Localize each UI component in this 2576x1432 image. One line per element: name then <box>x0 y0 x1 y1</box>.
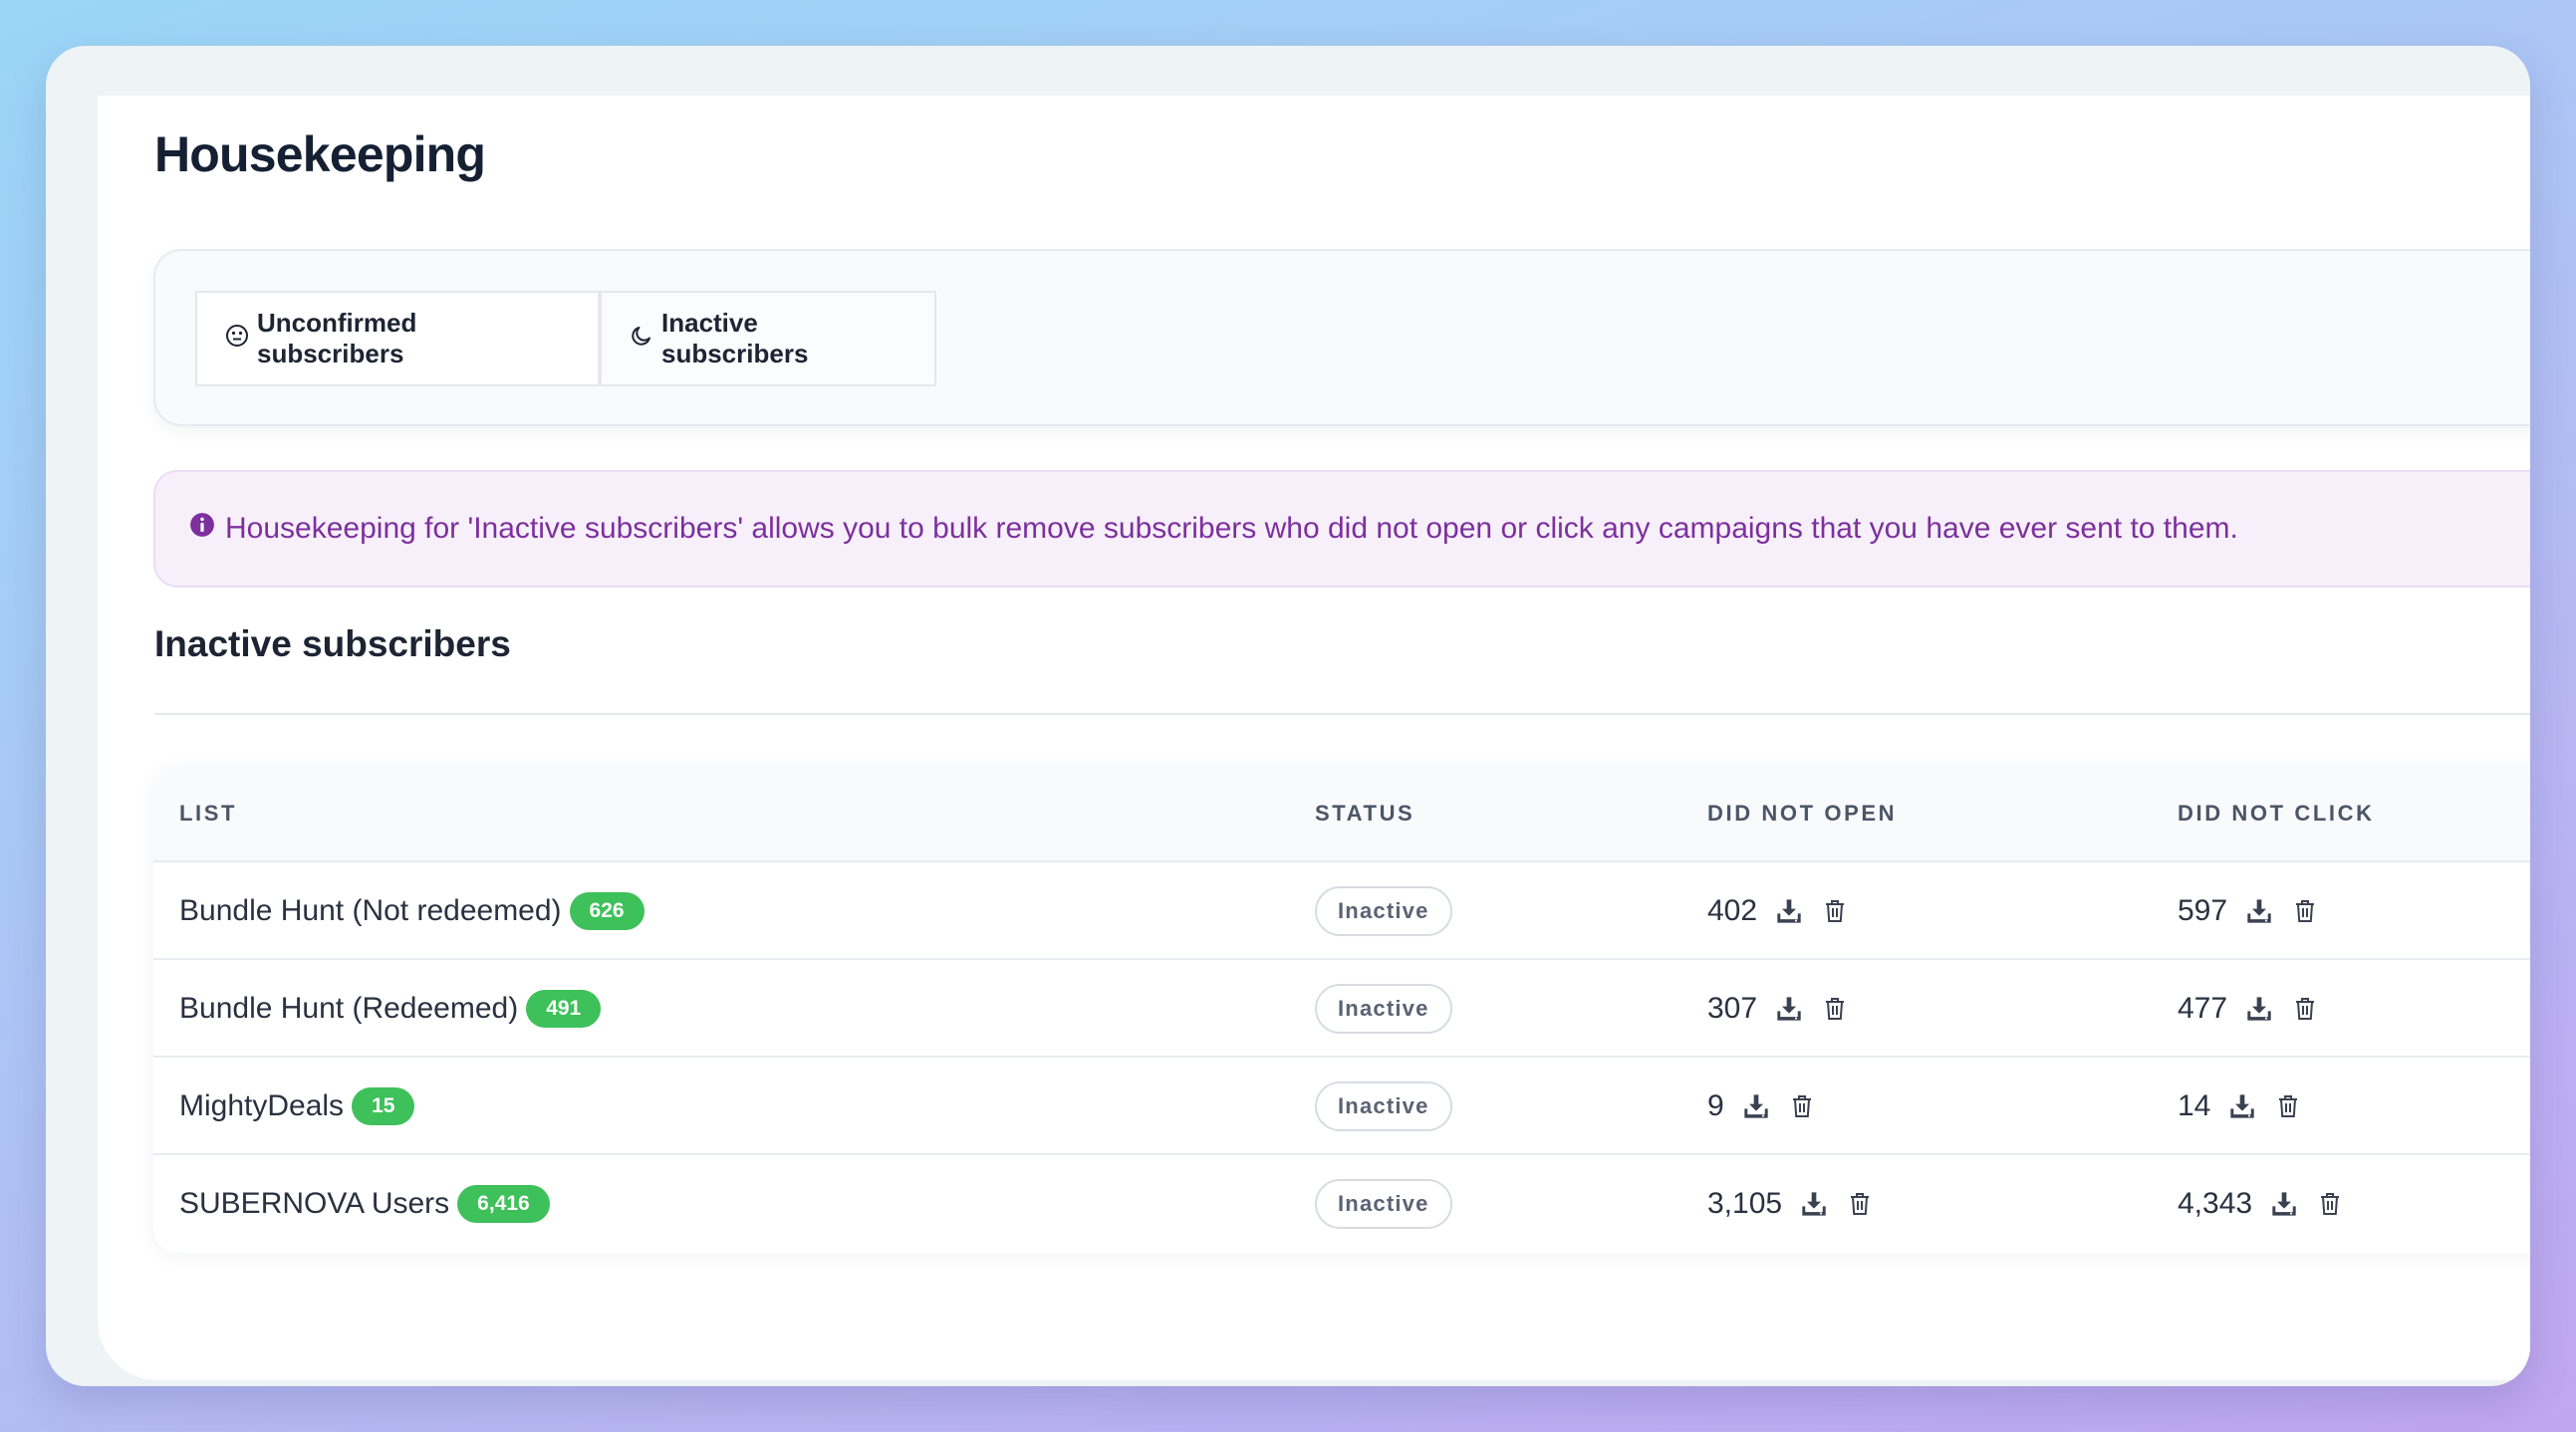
subscriber-count-badge: 15 <box>352 1087 415 1125</box>
header-did-not-click: DID NOT CLICK <box>2178 801 2375 826</box>
section-title: Inactive subscribers <box>154 623 511 664</box>
did-not-click-count: 597 <box>2178 894 2228 927</box>
status-badge: Inactive <box>1315 1179 1452 1229</box>
trash-icon[interactable] <box>2318 1191 2342 1217</box>
did-not-open-cell: 402 <box>1707 862 1867 960</box>
did-not-open-cell: 307 <box>1707 960 1867 1058</box>
download-icon[interactable] <box>2270 1190 2298 1218</box>
did-not-click-count: 4,343 <box>2178 1187 2253 1220</box>
download-icon[interactable] <box>1800 1190 1828 1218</box>
status-cell: Inactive <box>1315 1058 1452 1155</box>
trash-icon[interactable] <box>1790 1093 1814 1119</box>
table-row: SUBERNOVA Users 6,416 Inactive 3,105 4,3… <box>153 1155 2530 1253</box>
list-cell: Bundle Hunt (Redeemed) 491 <box>179 960 602 1058</box>
table-row: MightyDeals 15 Inactive 9 14 <box>153 1058 2530 1155</box>
status-badge: Inactive <box>1315 1081 1452 1131</box>
app-window: Housekeeping Unconfirmed subscribers Ina… <box>46 46 2530 1386</box>
table-header: LIST STATUS DID NOT OPEN DID NOT CLICK <box>153 765 2530 862</box>
table-row: Bundle Hunt (Redeemed) 491 Inactive 307 <box>153 960 2530 1058</box>
header-list: LIST <box>179 801 238 826</box>
did-not-open-count: 402 <box>1707 894 1758 927</box>
download-icon[interactable] <box>2245 897 2273 925</box>
list-name: MightyDeals <box>179 1089 345 1122</box>
tab-label: Unconfirmed subscribers <box>257 308 417 368</box>
tab-inactive-subscribers[interactable]: Inactive subscribers <box>600 291 936 386</box>
download-icon[interactable] <box>2228 1092 2256 1120</box>
list-name: SUBERNOVA Users <box>179 1187 450 1220</box>
status-cell: Inactive <box>1315 960 1452 1058</box>
did-not-click-cell: 597 <box>2178 862 2337 960</box>
did-not-click-cell: 4,343 <box>2178 1155 2362 1253</box>
list-cell: SUBERNOVA Users 6,416 <box>179 1155 550 1253</box>
did-not-open-count: 9 <box>1707 1089 1724 1122</box>
tab-unconfirmed-subscribers[interactable]: Unconfirmed subscribers <box>195 291 600 386</box>
list-cell: Bundle Hunt (Not redeemed) 626 <box>179 862 644 960</box>
status-badge: Inactive <box>1315 886 1452 936</box>
status-badge: Inactive <box>1315 984 1452 1034</box>
main-panel: Housekeeping Unconfirmed subscribers Ina… <box>98 96 2530 1380</box>
did-not-open-cell: 3,105 <box>1707 1155 1892 1253</box>
subscriber-count-badge: 626 <box>569 892 644 930</box>
trash-icon[interactable] <box>2293 898 2317 924</box>
trash-icon[interactable] <box>1848 1191 1872 1217</box>
did-not-click-cell: 14 <box>2178 1058 2320 1155</box>
list-name: Bundle Hunt (Redeemed) <box>179 992 519 1025</box>
tabs-container: Unconfirmed subscribers Inactive subscri… <box>153 249 2530 426</box>
did-not-open-count: 3,105 <box>1707 1187 1783 1220</box>
subscriber-count-badge: 491 <box>526 990 602 1028</box>
download-icon[interactable] <box>2245 995 2273 1023</box>
status-cell: Inactive <box>1315 862 1452 960</box>
download-icon[interactable] <box>1742 1092 1770 1120</box>
trash-icon[interactable] <box>2293 996 2317 1022</box>
neutral-face-icon <box>225 324 249 355</box>
did-not-click-count: 14 <box>2178 1089 2211 1122</box>
table-row: Bundle Hunt (Not redeemed) 626 Inactive … <box>153 862 2530 960</box>
download-icon[interactable] <box>1775 897 1803 925</box>
trash-icon[interactable] <box>1823 996 1847 1022</box>
page-title: Housekeeping <box>154 126 486 182</box>
did-not-open-cell: 9 <box>1707 1058 1834 1155</box>
subscriber-count-badge: 6,416 <box>457 1185 550 1223</box>
list-name: Bundle Hunt (Not redeemed) <box>179 894 562 927</box>
status-cell: Inactive <box>1315 1155 1452 1253</box>
did-not-click-cell: 477 <box>2178 960 2337 1058</box>
download-icon[interactable] <box>1775 995 1803 1023</box>
trash-icon[interactable] <box>2276 1093 2300 1119</box>
alert-text: Housekeeping for 'Inactive subscribers' … <box>225 512 2238 545</box>
did-not-click-count: 477 <box>2178 992 2228 1025</box>
header-status: STATUS <box>1315 801 1416 826</box>
info-alert: Housekeeping for 'Inactive subscribers' … <box>153 470 2530 588</box>
header-did-not-open: DID NOT OPEN <box>1707 801 1898 826</box>
trash-icon[interactable] <box>1823 898 1847 924</box>
tab-label: Inactive subscribers <box>661 308 809 368</box>
info-icon <box>189 512 215 546</box>
inactive-subscribers-table: LIST STATUS DID NOT OPEN DID NOT CLICK B… <box>153 765 2530 1253</box>
divider <box>154 713 2530 715</box>
did-not-open-count: 307 <box>1707 992 1758 1025</box>
list-cell: MightyDeals 15 <box>179 1058 415 1155</box>
moon-icon <box>630 324 653 355</box>
